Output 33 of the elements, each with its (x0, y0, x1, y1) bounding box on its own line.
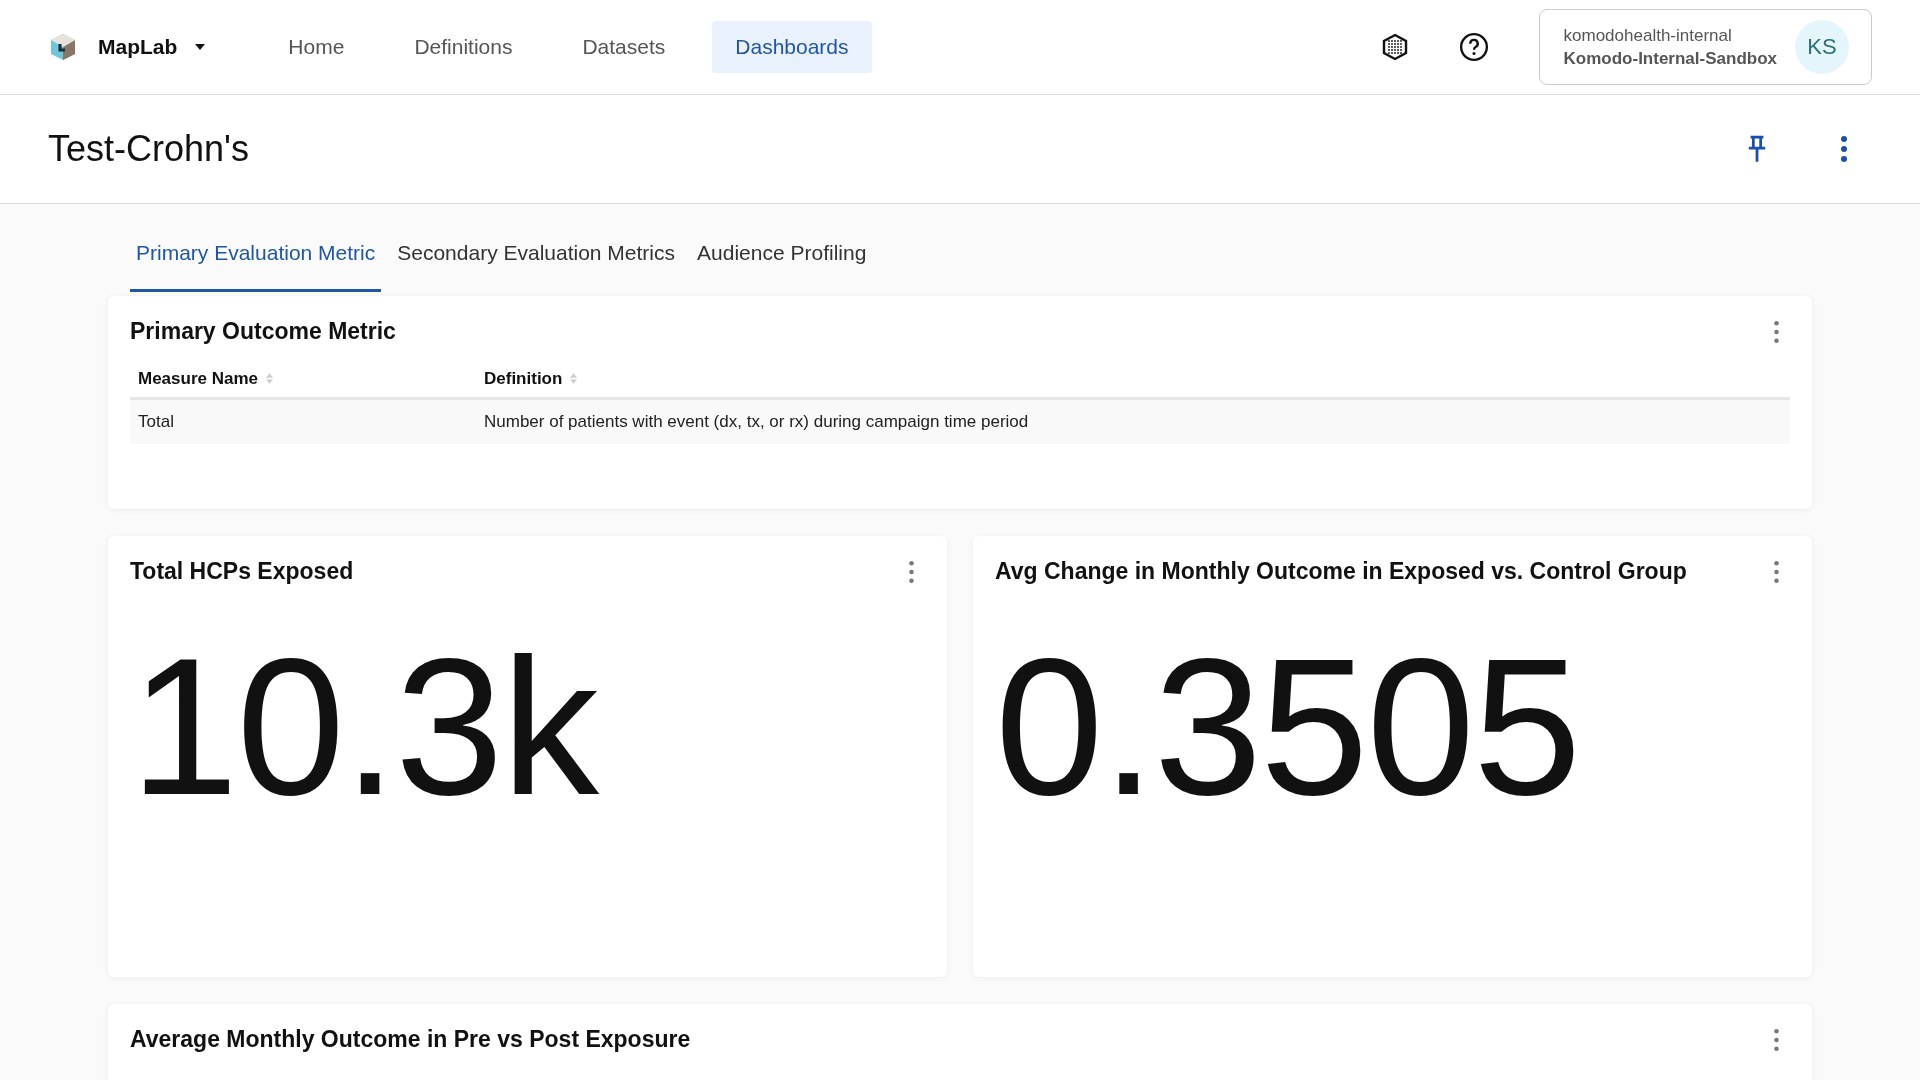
page-title: Test-Crohn's (48, 128, 249, 170)
pin-icon[interactable] (1746, 134, 1768, 164)
hexagon-grid-icon[interactable] (1380, 33, 1409, 61)
more-options-icon[interactable] (1773, 319, 1780, 344)
user-avatar[interactable]: KS (1795, 20, 1849, 74)
nav-link[interactable]: Dashboards (712, 21, 872, 73)
help-icon[interactable] (1458, 32, 1489, 62)
more-options-icon[interactable] (1840, 135, 1848, 163)
card-title: Total HCPs Exposed (130, 558, 354, 585)
card-title: Primary Outcome Metric (130, 318, 396, 345)
tab[interactable]: Primary Evaluation Metric (130, 241, 382, 292)
table-cell: Number of patients with event (dx, tx, or rx) during campaign time period (484, 412, 1029, 431)
column-header[interactable]: Measure Name (138, 369, 258, 388)
cube-logo-icon[interactable] (48, 32, 78, 62)
stat-value: 10.3k (130, 629, 600, 824)
org-name: komodohealth-internal (1563, 25, 1733, 46)
more-options-icon[interactable] (908, 559, 915, 584)
more-options-icon[interactable] (1773, 559, 1780, 584)
app-name[interactable]: MapLab (98, 35, 178, 59)
tab[interactable]: Secondary Evaluation Metrics (391, 241, 682, 292)
caret-icon[interactable] (195, 44, 206, 50)
nav-link[interactable]: Definitions (391, 21, 536, 73)
column-header[interactable]: Definition (484, 369, 563, 388)
card-title: Average Monthly Outcome in Pre vs Post Exposure (130, 1026, 691, 1053)
workspace-name: Komodo-Internal-Sandbox (1563, 48, 1777, 69)
more-options-icon[interactable] (1773, 1027, 1780, 1052)
tab[interactable]: Audience Profiling (691, 241, 873, 292)
card-title: Avg Change in Monthly Outcome in Exposed vs. Control Group (995, 558, 1687, 585)
account-switcher[interactable]: komodohealth-internal Komodo-Internal-Sandbox KS (1538, 9, 1872, 85)
stat-value: 0.3505 (995, 629, 1581, 824)
nav-link[interactable]: Home (265, 21, 368, 73)
table-cell: Total (138, 412, 174, 431)
nav-link[interactable]: Datasets (559, 21, 689, 73)
